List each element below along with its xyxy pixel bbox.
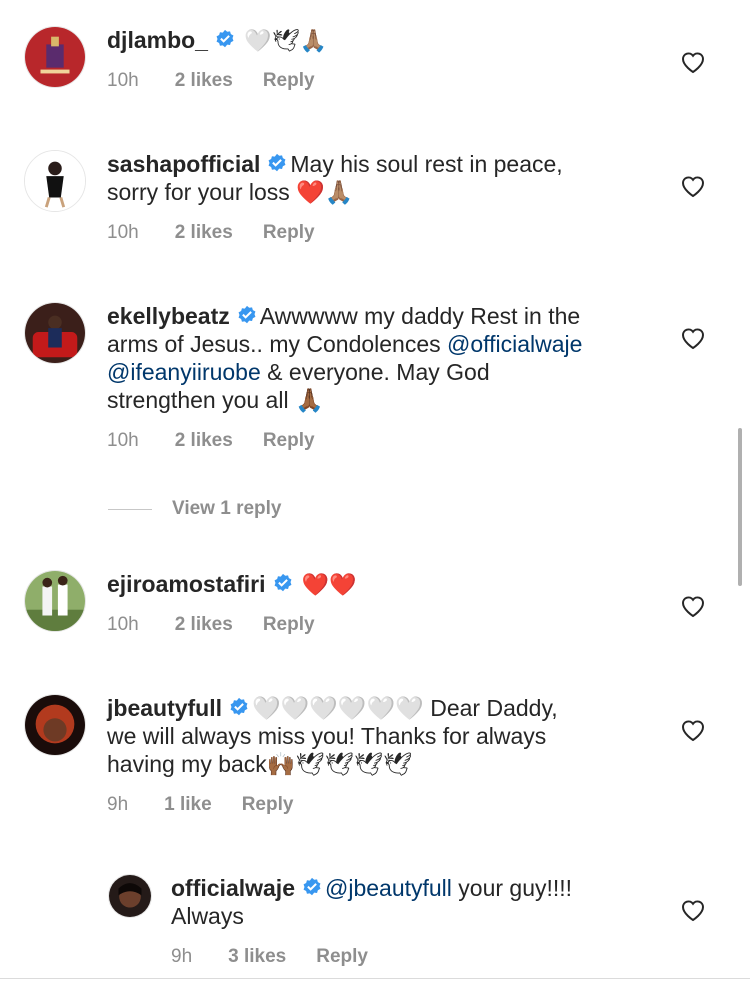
profile-photo-avatar-image [109,875,151,917]
reply-button[interactable]: Reply [263,70,315,91]
reply-button[interactable]: Reply [263,222,315,243]
heart-outline-icon [681,900,705,922]
heart-outline-icon [681,52,705,74]
comment-time: 9h [107,794,129,815]
comment-meta: 10h 2 likes Reply [107,222,345,244]
comment-text-line: Always [171,903,244,929]
comment-username[interactable]: ejiroamostafiri [107,571,266,597]
mention-link[interactable]: @jbeautyfull [325,875,452,901]
comment-text-line: arms of Jesus.. my Condolences [107,331,448,357]
heart-outline-icon [681,720,705,742]
comment-text: May his soul rest in peace, [290,151,563,177]
comment-time: 10h [107,70,139,91]
view-replies-label: View 1 reply [172,498,282,519]
comment-meta: 10h 2 likes Reply [107,70,345,92]
comment-text: ❤️❤️ [301,572,357,597]
mention-link[interactable]: @officialwaje [447,331,582,357]
comment-text-line: having my back🙌🏾🕊🕊🕊🕊 [107,751,413,777]
comment-text: 🤍🕊🙏🏽 [244,28,328,53]
comment-time: 10h [107,614,139,635]
verified-badge-icon [272,573,294,595]
album-cover-avatar-image [25,27,85,87]
like-heart-button[interactable] [680,898,706,922]
comment-time: 10h [107,430,139,451]
comment-text: Awwwww my daddy Rest in the [259,303,581,329]
profile-photo-avatar-image [25,571,85,631]
comment-meta: 9h 3 likes Reply [171,946,398,968]
comment-body: sashapofficial May his soul rest in peace… [107,150,563,206]
likes-count-link[interactable]: 3 likes [228,946,286,967]
view-replies-button[interactable]: View 1 reply [108,498,282,520]
comment-body: jbeautyfull 🤍🤍🤍🤍🤍🤍 Dear Daddy, we will al… [107,694,558,778]
comment-body: ejiroamostafiri ❤️❤️ [107,570,357,599]
comment-text: your guy!!!! [451,875,573,901]
divider [108,508,152,510]
comment-username[interactable]: djlambo_ [107,27,208,53]
likes-count-link[interactable]: 2 likes [175,70,233,91]
comment-username[interactable]: jbeautyfull [107,695,222,721]
reply-button[interactable]: Reply [263,614,315,635]
comment-meta: 10h 2 likes Reply [107,430,345,452]
comment-username[interactable]: sashapofficial [107,151,260,177]
comment-username[interactable]: officialwaje [171,875,295,901]
comment-body: ekellybeatz Awwwww my daddy Rest in the a… [107,302,582,414]
likes-count-link[interactable]: 2 likes [175,430,233,451]
comment-meta: 10h 2 likes Reply [107,614,345,636]
heart-outline-icon [681,328,705,350]
comment-body: officialwaje @jbeautyfull your guy!!!! Al… [171,874,572,930]
like-heart-button[interactable] [680,326,706,350]
avatar[interactable] [108,874,152,918]
likes-count-link[interactable]: 1 like [164,794,212,815]
heart-outline-icon [681,596,705,618]
like-heart-button[interactable] [680,174,706,198]
verified-badge-icon [301,877,323,899]
heart-outline-icon [681,176,705,198]
comment-body: djlambo_ 🤍🕊🙏🏽 [107,26,327,55]
comment-text-line: sorry for your loss ❤️🙏🏽 [107,179,354,205]
comment-time: 10h [107,222,139,243]
verified-badge-icon [266,153,288,175]
profile-photo-avatar-image [25,695,85,755]
verified-badge-icon [236,305,258,327]
divider [0,978,750,979]
comment-text-line: & everyone. May God [260,359,490,385]
scrollbar[interactable] [738,428,742,586]
avatar[interactable] [24,26,86,88]
like-heart-button[interactable] [680,50,706,74]
avatar[interactable] [24,694,86,756]
like-heart-button[interactable] [680,594,706,618]
reply-button[interactable]: Reply [316,946,368,967]
avatar[interactable] [24,150,86,212]
verified-badge-icon [214,29,236,51]
comment-text-line: we will always miss you! Thanks for alwa… [107,723,547,749]
comment-text: 🤍🤍🤍🤍🤍🤍 Dear Daddy, [252,695,558,721]
like-heart-button[interactable] [680,718,706,742]
verified-badge-icon [228,697,250,719]
profile-photo-avatar-image [25,151,85,211]
profile-photo-avatar-image [25,303,85,363]
comment-text-line: strengthen you all 🙏🏾 [107,387,324,413]
comment-meta: 9h 1 like Reply [107,794,323,816]
reply-button[interactable]: Reply [263,430,315,451]
mention-link[interactable]: @ifeanyiiruobe [107,359,261,385]
likes-count-link[interactable]: 2 likes [175,614,233,635]
comment-time: 9h [171,946,193,967]
avatar[interactable] [24,302,86,364]
comment-username[interactable]: ekellybeatz [107,303,230,329]
avatar[interactable] [24,570,86,632]
reply-button[interactable]: Reply [242,794,294,815]
likes-count-link[interactable]: 2 likes [175,222,233,243]
